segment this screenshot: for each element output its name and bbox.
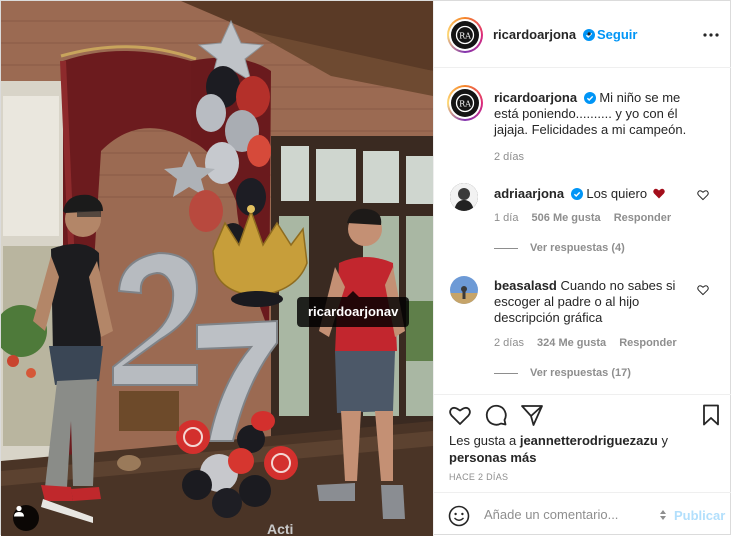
small-heart-icon[interactable] xyxy=(697,189,709,201)
replies-line xyxy=(494,372,518,374)
photo-scene xyxy=(1,1,433,536)
profile-logo-icon: RA xyxy=(455,93,475,113)
share-icon[interactable] xyxy=(520,403,544,427)
commenter-avatar[interactable] xyxy=(450,183,478,211)
likes-summary: Les gusta a jeannetterodriguezazu y pers… xyxy=(449,432,719,466)
caption-avatar[interactable]: RA xyxy=(447,85,483,121)
comment-icon[interactable] xyxy=(484,403,508,427)
author-username[interactable]: ricardoarjona xyxy=(493,27,595,42)
likes-others[interactable]: personas más xyxy=(449,450,536,465)
like-heart-icon[interactable] xyxy=(448,403,472,427)
reply-button[interactable]: Responder xyxy=(614,212,671,224)
comments-list[interactable]: RA ricardoarjona Mi niño se me está poni… xyxy=(434,69,731,394)
comment-meta: 2 días 324 Me gusta Responder xyxy=(494,337,687,349)
small-heart-icon[interactable] xyxy=(697,284,709,296)
comment-likes[interactable]: 324 Me gusta xyxy=(537,337,606,349)
likes-user[interactable]: jeannetterodriguezazu xyxy=(520,433,658,448)
view-replies-button[interactable]: Ver respuestas (4) xyxy=(494,242,625,254)
author-avatar[interactable]: RA xyxy=(447,17,483,53)
red-heart-emoji-icon xyxy=(652,188,665,199)
comment-likes[interactable]: 506 Me gusta xyxy=(532,212,601,224)
view-replies-label: Ver respuestas (4) xyxy=(530,242,625,254)
comment-username[interactable]: beasalasd xyxy=(494,278,557,293)
follow-button[interactable]: Seguir xyxy=(597,27,637,42)
svg-text:RA: RA xyxy=(459,99,471,108)
likes-prefix: Les gusta a xyxy=(449,433,517,448)
verified-badge-icon xyxy=(570,188,583,200)
header-separator: • xyxy=(587,27,592,41)
comment-input[interactable] xyxy=(484,507,654,522)
comment-time[interactable]: 2 días xyxy=(494,337,524,349)
caption-text: ricardoarjona Mi niño se me está poniend… xyxy=(494,90,694,138)
post-header: RA ricardoarjona • Seguir xyxy=(434,1,731,68)
commenter-photo xyxy=(450,276,478,304)
post-photo[interactable]: ricardoarjonav xyxy=(1,1,433,536)
comment-time[interactable]: 1 día xyxy=(494,212,518,224)
tagged-users-button[interactable] xyxy=(13,505,39,531)
commenter-photo xyxy=(450,183,478,211)
comment-body: Los quiero xyxy=(586,186,648,201)
user-tag-icon xyxy=(14,505,24,517)
comment-meta: 1 día 506 Me gusta Responder xyxy=(494,212,681,224)
save-icon[interactable] xyxy=(699,403,723,427)
comment-username[interactable]: adriaarjona xyxy=(494,186,564,201)
view-replies-button[interactable]: Ver respuestas (17) xyxy=(494,367,631,379)
emoji-icon[interactable] xyxy=(448,505,470,527)
view-replies-label: Ver respuestas (17) xyxy=(530,367,631,379)
post-timestamp[interactable]: HACE 2 DÍAS xyxy=(449,472,508,482)
reply-button[interactable]: Responder xyxy=(619,337,676,349)
post-actions: Les gusta a jeannetterodriguezazu y pers… xyxy=(434,394,731,534)
user-tag-label[interactable]: ricardoarjonav xyxy=(297,291,410,327)
replies-line xyxy=(494,247,518,249)
add-comment-bar: Publicar xyxy=(434,492,731,535)
caption-time[interactable]: 2 días xyxy=(494,151,524,163)
post-side-panel: RA ricardoarjona • Seguir RA ricardoarjo… xyxy=(433,1,731,536)
profile-logo-icon: RA xyxy=(455,25,475,45)
publish-button[interactable]: Publicar xyxy=(674,508,725,523)
commenter-avatar[interactable] xyxy=(450,276,478,304)
resize-arrows-icon xyxy=(660,510,666,520)
svg-text:RA: RA xyxy=(459,31,471,40)
author-username-text[interactable]: ricardoarjona xyxy=(493,27,576,42)
likes-connector: y xyxy=(661,433,668,448)
comment-text: adriaarjona Los quiero xyxy=(494,186,694,202)
instagram-post: ricardoarjonav RA ricardoarjona • Seguir… xyxy=(0,0,731,537)
more-options-icon[interactable] xyxy=(701,25,721,45)
caption-meta: 2 días xyxy=(494,151,534,163)
comment-text: beasalasd Cuando no sabes si escoger al … xyxy=(494,278,694,326)
verified-badge-icon xyxy=(583,92,596,104)
caption-username[interactable]: ricardoarjona xyxy=(494,90,577,105)
